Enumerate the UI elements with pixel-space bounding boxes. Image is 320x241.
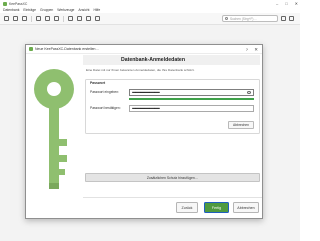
enter-password-label: Passwort eingeben: bbox=[90, 90, 119, 94]
close-icon[interactable]: ✕ bbox=[295, 1, 298, 6]
password-generator-icon[interactable] bbox=[95, 16, 100, 21]
back-button[interactable]: Zurück bbox=[176, 202, 198, 213]
menu-ansicht[interactable]: Ansicht bbox=[78, 8, 89, 12]
copy-username-icon[interactable] bbox=[68, 16, 73, 21]
menu-datenbank[interactable]: Datenbank bbox=[3, 8, 19, 12]
app-logo-icon bbox=[29, 47, 33, 51]
dialog-close-button[interactable]: ✕ bbox=[254, 47, 258, 53]
save-database-icon[interactable] bbox=[13, 16, 18, 21]
page-title: Datenbank-Anmeldedaten bbox=[83, 55, 260, 65]
add-entry-icon[interactable] bbox=[36, 16, 41, 21]
confirm-password-label: Passwort bestätigen: bbox=[90, 106, 121, 110]
lock-icon[interactable] bbox=[22, 16, 27, 21]
dialog-title: Neue KeePassXC-Datenbank erstellen… bbox=[35, 47, 100, 51]
menu-eintraege[interactable]: Einträge bbox=[23, 8, 36, 12]
copy-url-icon[interactable] bbox=[86, 16, 91, 21]
edit-entry-icon[interactable] bbox=[45, 16, 50, 21]
search-input[interactable]: Suchen (Strg+F)… bbox=[222, 15, 278, 22]
copy-password-icon[interactable] bbox=[77, 16, 82, 21]
toolbar-separator bbox=[63, 15, 64, 22]
dialog-titlebar: Neue KeePassXC-Datenbank erstellen… bbox=[26, 45, 262, 54]
enter-password-field[interactable]: •••••••••••••••••••••••••••• bbox=[129, 89, 254, 96]
search-icon bbox=[225, 17, 228, 20]
open-database-icon[interactable] bbox=[4, 16, 9, 21]
cancel-button[interactable]: Abbrechen bbox=[233, 202, 259, 213]
enter-password-value: •••••••••••••••••••••••••••• bbox=[132, 90, 160, 95]
main-window: KeePassXC – □ ✕ Datenbank Einträge Grupp… bbox=[0, 0, 300, 241]
delete-entry-icon[interactable] bbox=[54, 16, 59, 21]
window-titlebar: KeePassXC – □ ✕ bbox=[0, 0, 300, 7]
help-button[interactable]: ? bbox=[246, 47, 248, 52]
key-illustration bbox=[27, 55, 82, 218]
search-placeholder: Suchen (Strg+F)… bbox=[230, 16, 257, 21]
maximize-icon[interactable]: □ bbox=[285, 1, 287, 6]
confirm-password-value: •••••••••••••••••••••••••••• bbox=[132, 106, 160, 111]
minimize-icon[interactable]: – bbox=[276, 1, 278, 6]
settings-icon[interactable] bbox=[281, 16, 286, 21]
page-description: Eine Datei mit nur Ihnen bekannten Anmel… bbox=[86, 68, 195, 72]
menu-gruppen[interactable]: Gruppen bbox=[40, 8, 53, 12]
finish-button[interactable]: Fertig bbox=[204, 202, 229, 213]
add-protection-button[interactable]: Zusätzlichen Schutz hinzufügen… bbox=[85, 173, 260, 182]
app-logo-icon bbox=[3, 1, 7, 6]
window-controls: – □ ✕ bbox=[276, 0, 298, 7]
credentials-page: Datenbank-Anmeldedaten Eine Datei mit nu… bbox=[83, 55, 262, 195]
window-title: KeePassXC bbox=[9, 1, 28, 6]
new-database-dialog: Neue KeePassXC-Datenbank erstellen… ? ✕ … bbox=[25, 44, 263, 219]
toolbar-separator bbox=[31, 15, 32, 22]
confirm-password-field[interactable]: •••••••••••••••••••••••••••• bbox=[129, 105, 254, 112]
show-password-icon[interactable] bbox=[247, 91, 251, 95]
footer-divider bbox=[83, 197, 262, 198]
password-group-button[interactable]: Abbrechen bbox=[228, 121, 254, 129]
password-strength-bar bbox=[129, 98, 254, 100]
menu-icon[interactable] bbox=[289, 16, 294, 21]
menu-hilfe[interactable]: Hilfe bbox=[93, 8, 100, 12]
password-group: Passwort Passwort eingeben: ••••••••••••… bbox=[85, 79, 260, 134]
key-icon bbox=[34, 69, 74, 189]
password-strength-fill bbox=[129, 98, 254, 100]
menu-werkzeuge[interactable]: Werkzeuge bbox=[57, 8, 74, 12]
password-group-legend: Passwort bbox=[90, 81, 106, 85]
